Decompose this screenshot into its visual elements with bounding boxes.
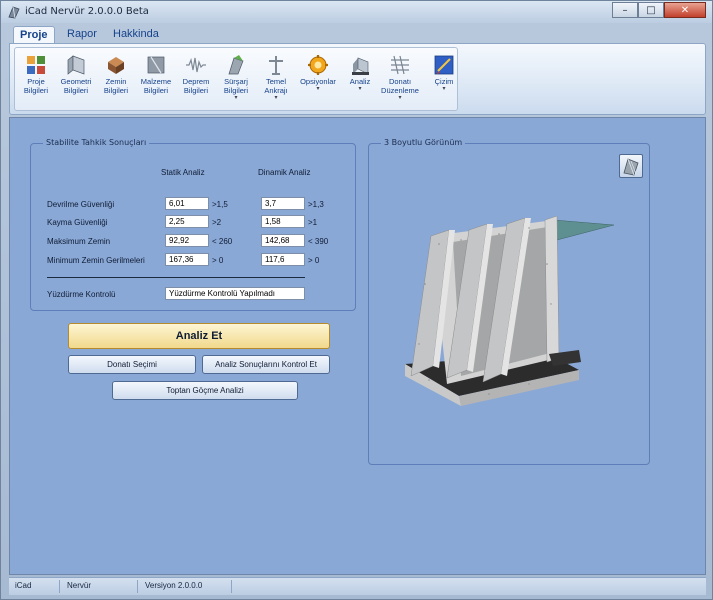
- ribbon-group-project: Proje Bilgileri Geometri Bilgileri Zemin: [14, 47, 458, 111]
- geometry-icon: [67, 55, 85, 75]
- gear-icon: [308, 55, 328, 75]
- chevron-down-icon: ▾: [234, 94, 238, 101]
- 3d-view-group: 3 Boyutlu Görünüm: [368, 138, 650, 465]
- title-bar[interactable]: iCad Nervür 2.0.0.0 Beta – □ ✕: [1, 1, 712, 23]
- min-soil-static-field[interactable]: 167,36: [165, 253, 209, 266]
- anchor-icon: [269, 56, 283, 75]
- min-soil-stress-label: Minimum Zemin Gerilmeleri: [47, 256, 145, 265]
- status-app: iCad: [15, 581, 32, 590]
- overturning-safety-label: Devrilme Güvenliği: [47, 200, 115, 209]
- max-soil-static-limit: < 260: [212, 237, 233, 246]
- ribbon-geometry-button[interactable]: Geometri Bilgileri: [55, 52, 97, 110]
- window-controls: – □ ✕: [612, 2, 706, 18]
- ribbon-drawing-button[interactable]: Çizim ▾: [423, 52, 465, 110]
- dynamic-analysis-header: Dinamik Analiz: [258, 168, 311, 177]
- status-divider: [231, 580, 232, 593]
- ribbon-label: Donatı: [388, 77, 412, 86]
- stability-results-title: Stabilite Tahkik Sonuçları: [43, 138, 150, 147]
- minimize-button[interactable]: –: [612, 2, 638, 18]
- ribbon-label: Proje: [27, 77, 45, 86]
- ribbon-project-info-button[interactable]: Proje Bilgileri: [15, 52, 57, 110]
- min-soil-dynamic-limit: > 0: [308, 256, 320, 265]
- rebar-selection-button[interactable]: Donatı Seçimi: [68, 355, 196, 374]
- ribbon-label: Bilgileri: [103, 86, 129, 95]
- status-module: Nervür: [67, 581, 92, 590]
- chevron-down-icon: ▾: [398, 94, 402, 101]
- ribbon-label: Bilgileri: [23, 86, 49, 95]
- main-content: Stabilite Tahkik Sonuçları Statik Analiz…: [9, 117, 706, 575]
- rebar-icon: [391, 55, 409, 75]
- min-soil-dynamic-field[interactable]: 117,6: [261, 253, 305, 266]
- max-soil-label: Maksimum Zemin: [47, 237, 111, 246]
- separator-line: [47, 277, 305, 278]
- material-icon: [147, 56, 165, 74]
- stability-results-group: Stabilite Tahkik Sonuçları Statik Analiz…: [30, 138, 356, 311]
- window-title: iCad Nervür 2.0.0.0 Beta: [25, 6, 149, 17]
- status-bar: iCad Nervür Versiyon 2.0.0.0: [9, 577, 706, 595]
- ribbon-label: Bilgileri: [63, 86, 89, 95]
- soil-icon: [108, 57, 124, 74]
- status-version: Versiyon 2.0.0.0: [145, 581, 203, 590]
- tab-hakkinda[interactable]: Hakkinda: [107, 26, 165, 44]
- overturning-static-limit: >1,5: [212, 200, 228, 209]
- status-divider: [59, 580, 60, 593]
- ribbon-label: Zemin: [105, 77, 127, 86]
- ribbon-surcharge-button[interactable]: Sürşarj Bilgileri ▾: [215, 52, 257, 110]
- close-button[interactable]: ✕: [664, 2, 706, 18]
- sliding-static-limit: >2: [212, 218, 222, 227]
- punching-control-field[interactable]: Yüzdürme Kontrolü Yapılmadı: [165, 287, 305, 300]
- chevron-down-icon: ▾: [358, 85, 362, 92]
- ribbon-label: Malzeme: [140, 77, 172, 86]
- ribbon-soil-button[interactable]: Zemin Bilgileri: [95, 52, 137, 110]
- min-soil-static-limit: > 0: [212, 256, 224, 265]
- overturning-static-field[interactable]: 6,01: [165, 197, 209, 210]
- ribbon-rebar-button[interactable]: Donatı Düzenleme ▾: [379, 52, 421, 110]
- maximize-button[interactable]: □: [638, 2, 664, 18]
- overturning-dynamic-field[interactable]: 3,7: [261, 197, 305, 210]
- chevron-down-icon: ▾: [316, 85, 320, 92]
- app-icon: [8, 6, 20, 19]
- app-window: iCad Nervür 2.0.0.0 Beta – □ ✕ Proje Rap…: [0, 0, 713, 600]
- tab-rapor[interactable]: Rapor: [61, 26, 103, 44]
- status-divider: [137, 580, 138, 593]
- ribbon-label: Geometri: [60, 77, 92, 86]
- ribbon-analysis-button[interactable]: Analiz ▾: [339, 52, 381, 110]
- punching-control-label: Yüzdürme Kontrolü: [47, 290, 116, 299]
- sliding-dynamic-field[interactable]: 1,58: [261, 215, 305, 228]
- ribbon-label: Sürşarj: [224, 77, 248, 86]
- static-analysis-header: Statik Analiz: [161, 168, 205, 177]
- retaining-wall-3d-render: [405, 215, 615, 406]
- ribbon-label: Deprem: [182, 77, 210, 86]
- overturning-dynamic-limit: >1,3: [308, 200, 324, 209]
- ribbon-label: Bilgileri: [143, 86, 169, 95]
- check-results-button[interactable]: Analiz Sonuçlarını Kontrol Et: [202, 355, 330, 374]
- menu-bar: Proje Rapor Hakkinda: [9, 23, 706, 44]
- ribbon-material-button[interactable]: Malzeme Bilgileri: [135, 52, 177, 110]
- surcharge-icon: [228, 55, 244, 75]
- ribbon-earthquake-button[interactable]: Deprem Bilgileri: [175, 52, 217, 110]
- sliding-static-field[interactable]: 2,25: [165, 215, 209, 228]
- ribbon-options-button[interactable]: Opsiyonlar ▾: [297, 52, 339, 110]
- max-soil-dynamic-field[interactable]: 142,68: [261, 234, 305, 247]
- tab-proje[interactable]: Proje: [13, 26, 55, 44]
- max-soil-dynamic-limit: < 390: [308, 237, 329, 246]
- ribbon-anchor-button[interactable]: Temel Ankrajı ▾: [255, 52, 297, 110]
- project-icon: [27, 56, 45, 74]
- earthquake-icon: [186, 57, 206, 73]
- chevron-down-icon: ▾: [442, 85, 446, 92]
- ribbon-label: Bilgileri: [183, 86, 209, 95]
- drawing-icon: [434, 55, 454, 75]
- ribbon-label: Temel: [265, 77, 286, 86]
- sliding-safety-label: Kayma Güvenliği: [47, 218, 108, 227]
- analyze-button[interactable]: Analiz Et: [68, 323, 330, 349]
- analysis-icon: [352, 57, 369, 75]
- collapse-analysis-button[interactable]: Toptan Göçme Analizi: [112, 381, 298, 400]
- chevron-down-icon: ▾: [274, 94, 278, 101]
- max-soil-static-field[interactable]: 92,92: [165, 234, 209, 247]
- ribbon: Proje Bilgileri Geometri Bilgileri Zemin: [9, 43, 706, 115]
- sliding-dynamic-limit: >1: [308, 218, 318, 227]
